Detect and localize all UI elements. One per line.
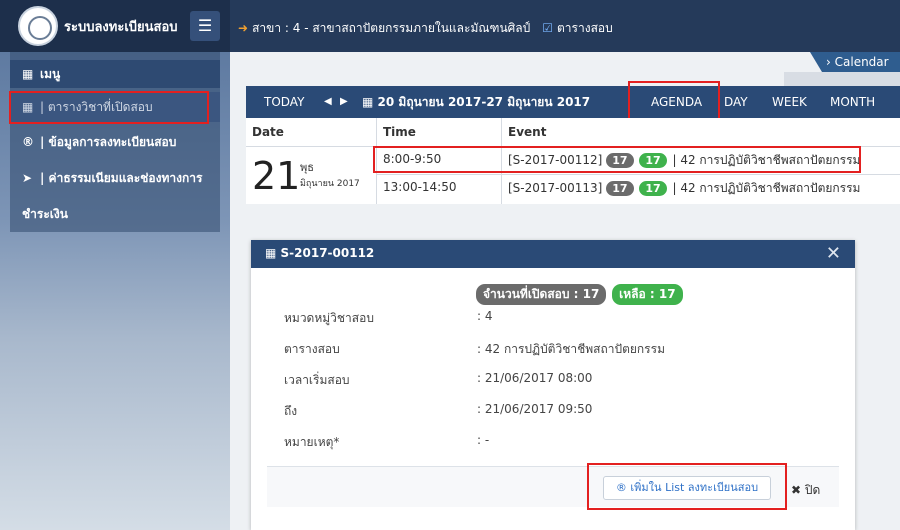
- view-month-button[interactable]: MONTH: [830, 86, 875, 118]
- menu-list-icon: ▦: [22, 67, 34, 81]
- sidebar-item-registration-info[interactable]: ® | ข้อมูลการลงทะเบียนสอบ: [10, 128, 220, 156]
- day-weekday: พุธ: [300, 161, 314, 174]
- breadcrumb-branch: สาขา : 4 - สาขาสถาปัตยกรรมภายในและมัณฑนศ…: [252, 21, 531, 35]
- chevron-right-icon[interactable]: ▶: [340, 86, 348, 118]
- modal-header: ▦ S-2017-00112 ✕: [251, 240, 855, 268]
- calendar-check-icon: ☑: [542, 21, 554, 35]
- column-header-event: Event: [508, 125, 547, 139]
- remaining-count-badge: 17: [639, 181, 667, 196]
- sidebar-item-fees[interactable]: ➤ | ค่าธรรมเนียมและช่องทางการ: [10, 164, 220, 192]
- highlight-box-add-button: [587, 463, 787, 510]
- field-label: หมายเหตุ*: [284, 435, 340, 449]
- sidebar-item-label: | ข้อมูลการลงทะเบียนสอบ: [40, 135, 177, 149]
- calendar-toolbar: TODAY ◀ ▶ ▦ 20 มิถุนายน 2017-27 มิถุนายน…: [246, 86, 900, 118]
- field-value: : 21/06/2017 09:50: [477, 402, 593, 416]
- open-seats-badge: จำนวนที่เปิดสอบ : 17: [476, 284, 607, 305]
- remaining-seats-badge: เหลือ : 17: [612, 284, 683, 305]
- calendar-icon: ▦: [265, 246, 277, 260]
- highlight-box-event: [373, 146, 861, 173]
- event-title: | 42 การปฏิบัติวิชาชีพสถาปัตยกรรม: [672, 181, 861, 195]
- modal-title-text: S-2017-00112: [280, 246, 375, 260]
- brand: ระบบลงทะเบียนสอบ ☰: [0, 0, 230, 52]
- sidebar-item-label: เมนู: [40, 67, 61, 81]
- day-month: มิถุนายน 2017: [300, 179, 360, 189]
- close-icon: ✖: [791, 483, 802, 497]
- event-item[interactable]: [S-2017-00113] 17 17 | 42 การปฏิบัติวิชา…: [508, 179, 860, 198]
- modal-title: ▦ S-2017-00112: [265, 246, 374, 260]
- arrow-right-icon: ➜: [238, 21, 249, 35]
- calendar-tab-shadow: [784, 72, 900, 86]
- sidebar-menu-header[interactable]: ▦ เมนู: [10, 60, 220, 88]
- close-button-label: ปิด: [804, 483, 821, 497]
- field-label: เวลาเริ่มสอบ: [284, 373, 350, 387]
- field-value: : 42 การปฏิบัติวิชาชีพสถาปัตยกรรม: [477, 342, 665, 356]
- field-label: ตารางสอบ: [284, 342, 340, 356]
- field-value: : -: [477, 433, 490, 447]
- calendar-icon: ▦: [362, 95, 374, 109]
- sidebar-item-fees-cont[interactable]: ชำระเงิน: [10, 200, 220, 228]
- date-range-label: 20 มิถุนายน 2017-27 มิถุนายน 2017: [377, 95, 591, 109]
- open-count-badge: 17: [606, 181, 634, 196]
- hamburger-menu-button[interactable]: ☰: [190, 11, 220, 41]
- day-number: 21: [252, 154, 301, 198]
- field-value: : 4: [477, 309, 493, 323]
- grid-divider: [376, 174, 900, 175]
- highlight-box-sidebar: [9, 91, 209, 124]
- event-time: 13:00-14:50: [383, 180, 457, 194]
- breadcrumb: ➜ สาขา : 4 - สาขาสถาปัตยกรรมภายในและมัณฑน…: [238, 19, 613, 38]
- top-bar: ระบบลงทะเบียนสอบ ☰ ➜ สาขา : 4 - สาขาสถาปั…: [0, 0, 900, 52]
- column-header-time: Time: [383, 125, 416, 139]
- field-label: หมวดหมู่วิชาสอบ: [284, 311, 374, 325]
- calendar-tab[interactable]: › Calendar: [810, 52, 900, 72]
- date-range: ▦ 20 มิถุนายน 2017-27 มิถุนายน 2017: [362, 86, 590, 118]
- sidebar-item-label: ชำระเงิน: [22, 207, 68, 221]
- column-header-date: Date: [252, 125, 284, 139]
- highlight-box-agenda: [628, 81, 720, 120]
- schedule-link[interactable]: ตารางสอบ: [557, 21, 613, 35]
- close-button[interactable]: ✖ ปิด: [791, 481, 820, 500]
- logo: [18, 6, 58, 46]
- chevron-left-icon[interactable]: ◀: [324, 86, 332, 118]
- view-week-button[interactable]: WEEK: [772, 86, 807, 118]
- close-icon[interactable]: ✕: [826, 243, 841, 264]
- event-code: [S-2017-00113]: [508, 181, 603, 195]
- app-title: ระบบลงทะเบียนสอบ: [64, 20, 178, 35]
- field-value: : 21/06/2017 08:00: [477, 371, 593, 385]
- field-label: ถึง: [284, 404, 298, 418]
- today-button[interactable]: TODAY: [264, 86, 304, 118]
- calendar-tab-label: Calendar: [834, 55, 889, 69]
- registered-icon: ®: [22, 135, 34, 149]
- modal-badges: จำนวนที่เปิดสอบ : 17 เหลือ : 17: [476, 284, 685, 305]
- sidebar-item-label: | ค่าธรรมเนียมและช่องทางการ: [40, 171, 203, 185]
- bullhorn-icon: ➤: [22, 171, 33, 185]
- view-day-button[interactable]: DAY: [724, 86, 748, 118]
